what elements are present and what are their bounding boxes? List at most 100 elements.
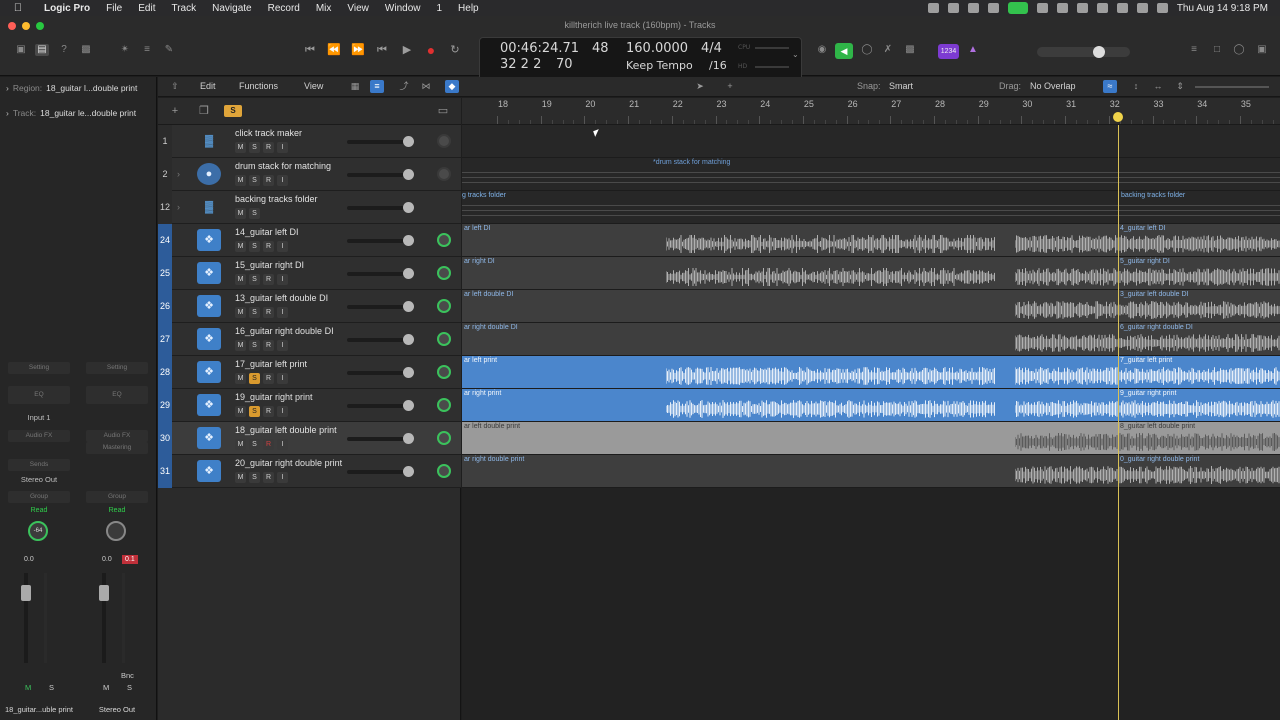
duplicate-track-icon[interactable]: ❐ [197, 105, 211, 117]
mute-button[interactable]: M [235, 208, 246, 219]
menu-record[interactable]: Record [260, 3, 308, 14]
volume-slider[interactable] [347, 433, 414, 444]
track-row[interactable]: 25 ❖ 15_guitar right DI M S R I [158, 257, 461, 290]
volume-slider[interactable] [347, 235, 414, 246]
eq-slot[interactable]: EQ [86, 386, 148, 404]
playhead-handle[interactable] [1113, 112, 1123, 122]
track-name[interactable]: 14_guitar left DI [235, 227, 299, 237]
pan-knob[interactable] [437, 464, 451, 478]
add-tool-icon[interactable]: + [723, 80, 737, 93]
volume-knob[interactable] [403, 268, 414, 279]
play-circle-icon[interactable] [1076, 3, 1088, 13]
lane-track-29[interactable]: ar right print 9_guitar right print [462, 389, 1280, 422]
pan-knob[interactable] [437, 332, 451, 346]
input-monitor-button[interactable]: I [277, 472, 288, 483]
output-slot[interactable]: Stereo Out [8, 475, 70, 484]
pan-knob[interactable] [437, 167, 451, 181]
audio-region[interactable]: 5_guitar right DI [1015, 257, 1280, 289]
library-icon[interactable]: ▣ [14, 44, 28, 56]
track-row[interactable]: 12 › ▓ backing tracks folder M S [158, 191, 461, 224]
pan-knob[interactable] [437, 431, 451, 445]
mute-button[interactable]: M [235, 406, 246, 417]
volume-fader-cap[interactable] [21, 585, 31, 601]
volume-knob[interactable] [403, 235, 414, 246]
list-editors-icon[interactable]: ◉ [815, 44, 829, 56]
volume-slider[interactable] [347, 400, 414, 411]
record-enable-button[interactable]: R [263, 142, 274, 153]
track-row[interactable]: 27 ❖ 16_guitar right double DI M S R I [158, 323, 461, 356]
audio-region[interactable]: 4_guitar left DI [1015, 224, 1280, 256]
mastering-slot[interactable]: Mastering [86, 442, 148, 454]
solo-button[interactable]: S [49, 683, 54, 692]
fit-icon[interactable]: ↕ [1129, 80, 1143, 93]
mute-button[interactable]: M [235, 307, 246, 318]
solo-button[interactable]: S [249, 439, 260, 450]
record-enable-button[interactable]: R [263, 439, 274, 450]
inspector-region-row[interactable]: › Region: 18_guitar l...double print [0, 77, 157, 99]
track-row[interactable]: 2 › ● drum stack for matching M S R I [158, 158, 461, 191]
go-to-beginning-icon[interactable]: ⏮ [301, 42, 319, 58]
track-row[interactable]: 31 ❖ 20_guitar right double print M S R I [158, 455, 461, 488]
add-track-icon[interactable]: + [168, 105, 182, 117]
mute-button[interactable]: M [103, 683, 109, 692]
volume-knob[interactable] [403, 202, 414, 213]
lane-track-30[interactable]: ar left double print 8_guitar left double… [462, 422, 1280, 455]
lcd-signature[interactable]: 4/4 [701, 41, 722, 56]
mute-button[interactable]: M [235, 340, 246, 351]
browser-icon[interactable]: ▣ [1255, 44, 1269, 56]
volume-slider[interactable] [347, 268, 414, 279]
volume-knob[interactable] [403, 136, 414, 147]
automation-icon[interactable]: ◆ [445, 80, 459, 93]
track-name[interactable]: 16_guitar right double DI [235, 326, 334, 336]
record-enable-button[interactable]: R [263, 373, 274, 384]
setting-slot[interactable]: Setting [8, 362, 70, 374]
input-monitor-button[interactable]: I [277, 340, 288, 351]
catch-icon[interactable]: ⋈ [419, 80, 433, 93]
solo-button[interactable]: S [249, 373, 260, 384]
disclosure-icon[interactable]: › [6, 83, 9, 93]
dropbox-icon[interactable] [967, 3, 979, 13]
playhead[interactable] [1118, 125, 1119, 720]
solo-button[interactable]: S [249, 274, 260, 285]
lane-track-31[interactable]: ar right double print 0_guitar right doub… [462, 455, 1280, 488]
record-enable-button[interactable]: R [263, 307, 274, 318]
horizontal-zoom-slider[interactable] [1239, 86, 1269, 88]
search-icon[interactable] [1116, 3, 1128, 13]
menu-mix[interactable]: Mix [308, 3, 340, 14]
region-backing-tracks[interactable]: g tracks folder backing tracks folder [462, 191, 1280, 223]
lcd-tempo[interactable]: 160.0000 [626, 41, 688, 56]
editors-icon[interactable]: ✎ [162, 44, 176, 56]
pan-knob[interactable] [437, 266, 451, 280]
extension-icon[interactable] [1036, 3, 1048, 13]
track-name[interactable]: 19_guitar right print [235, 392, 313, 402]
input-monitor-button[interactable]: I [277, 274, 288, 285]
solo-button[interactable]: S [249, 472, 260, 483]
volume-knob[interactable] [403, 400, 414, 411]
input-monitor-button[interactable]: I [277, 142, 288, 153]
input-monitor-button[interactable]: I [277, 439, 288, 450]
lane-click-track[interactable] [462, 125, 1280, 158]
lane-track-24[interactable]: ar left DI 4_guitar left DI [462, 224, 1280, 257]
audio-region[interactable]: ar left DI [462, 224, 1015, 256]
audio-region[interactable]: ar left print [462, 356, 1015, 388]
group-slot[interactable]: Group [86, 491, 148, 503]
screen-record-icon[interactable] [1007, 2, 1028, 14]
lane-track-26[interactable]: ar left double DI 3_guitar left double DI [462, 290, 1280, 323]
pan-knob[interactable] [437, 365, 451, 379]
pan-knob[interactable] [437, 398, 451, 412]
solo-button[interactable]: S [249, 175, 260, 186]
track-row[interactable]: 26 ❖ 13_guitar left double DI M S R I [158, 290, 461, 323]
back-icon[interactable]: ⇧ [168, 80, 182, 93]
volume-slider[interactable] [347, 169, 414, 180]
menu-app[interactable]: Logic Pro [36, 3, 98, 14]
track-row[interactable]: 24 ❖ 14_guitar left DI M S R I [158, 224, 461, 257]
screenshot-icon[interactable] [947, 3, 959, 13]
menu-edit[interactable]: Edit [130, 3, 163, 14]
flex-icon[interactable]: ⤴ [397, 80, 411, 93]
metronome-click-icon[interactable]: ▲ [966, 44, 980, 56]
lane-track-25[interactable]: ar right DI 5_guitar right DI [462, 257, 1280, 290]
audio-region[interactable]: 6_guitar right double DI [1015, 323, 1280, 355]
track-name[interactable]: 13_guitar left double DI [235, 293, 328, 303]
toolbar-icon[interactable]: ▩ [79, 44, 93, 56]
record-enable-button[interactable]: R [263, 340, 274, 351]
